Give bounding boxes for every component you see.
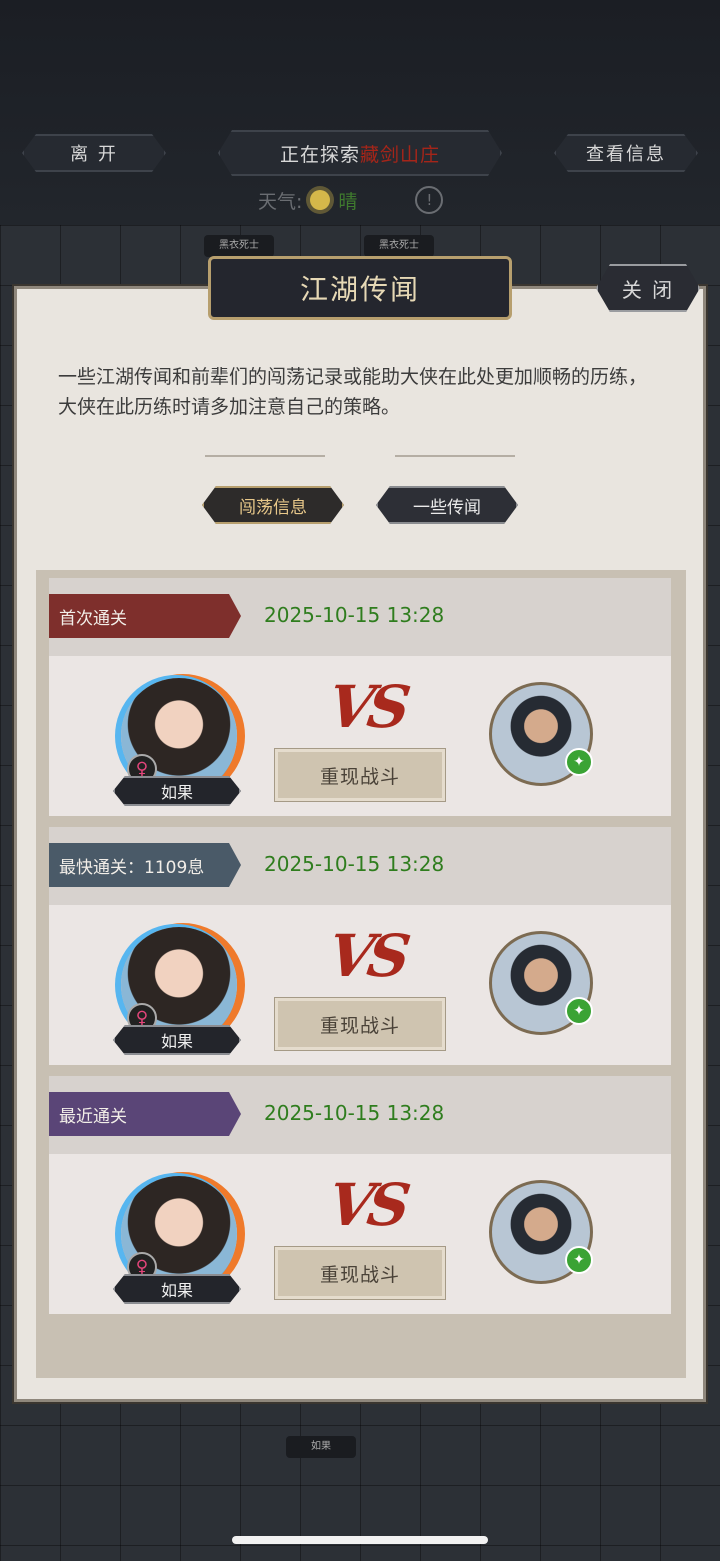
exploring-prefix: 正在探索 (279, 143, 360, 166)
record-card: 首次通关 2025-10-15 13:28 ♀ 如果 VS 重现战斗 ✦ (49, 578, 671, 816)
dialog-title: 江湖传闻 (208, 256, 512, 320)
record-ribbon: 首次通关 (49, 594, 241, 638)
location-name: 藏剑山庄 (360, 143, 441, 166)
hero-name: 如果 (113, 1274, 241, 1304)
tab-rumors[interactable]: 一些传闻 (376, 486, 518, 524)
divider-right (395, 455, 515, 457)
record-card: 最快通关：1109息 2025-10-15 13:28 ♀ 如果 VS 重现战斗… (49, 827, 671, 1065)
leave-button[interactable]: 离 开 (22, 134, 166, 172)
view-info-button[interactable]: 查看信息 (554, 134, 698, 172)
record-date: 2025-10-15 13:28 (264, 1101, 445, 1125)
weather-bar: 天气: 晴 ! (258, 186, 444, 214)
warning-icon[interactable]: ! (415, 186, 444, 214)
replay-battle-button[interactable]: 重现战斗 (274, 1246, 446, 1300)
vs-icon: VS (324, 1171, 409, 1239)
hero-name: 如果 (113, 1025, 241, 1055)
map-npc[interactable]: 黑衣死士 (204, 235, 274, 257)
divider-left (205, 455, 325, 457)
record-header: 最近通关 2025-10-15 13:28 (49, 1076, 671, 1154)
map-player[interactable]: 如果 (286, 1436, 356, 1458)
vs-icon: VS (324, 673, 409, 741)
record-header: 首次通关 2025-10-15 13:28 (49, 578, 671, 656)
map-npc[interactable]: 黑衣死士 (364, 235, 434, 257)
record-ribbon: 最近通关 (49, 1092, 241, 1136)
hero-name: 如果 (113, 776, 241, 806)
weather-label: 天气: (258, 190, 303, 213)
green-leaf-icon: ✦ (565, 1246, 593, 1274)
record-date: 2025-10-15 13:28 (264, 852, 445, 876)
close-button[interactable]: 关 闭 (596, 264, 700, 312)
exploring-banner: 正在探索 藏剑山庄 (218, 130, 502, 176)
green-leaf-icon: ✦ (565, 997, 593, 1025)
replay-battle-button[interactable]: 重现战斗 (274, 748, 446, 802)
record-header: 最快通关：1109息 2025-10-15 13:28 (49, 827, 671, 905)
record-date: 2025-10-15 13:28 (264, 603, 445, 627)
intro-text: 一些江湖传闻和前辈们的闯荡记录或能助大侠在此处更加顺畅的历练，大侠在此历练时请多… (58, 366, 648, 418)
record-card: 最近通关 2025-10-15 13:28 ♀ 如果 VS 重现战斗 ✦ (49, 1076, 671, 1314)
tab-adventure-info[interactable]: 闯荡信息 (202, 486, 344, 524)
top-bar: 离 开 正在探索 藏剑山庄 查看信息 天气: 晴 ! (0, 0, 720, 225)
vs-icon: VS (324, 922, 409, 990)
replay-battle-button[interactable]: 重现战斗 (274, 997, 446, 1051)
record-ribbon: 最快通关：1109息 (49, 843, 241, 887)
weather-value: 晴 (338, 190, 358, 213)
records-list: 首次通关 2025-10-15 13:28 ♀ 如果 VS 重现战斗 ✦ 最快通… (36, 570, 686, 1378)
green-leaf-icon: ✦ (565, 748, 593, 776)
sun-icon (310, 190, 331, 210)
home-indicator[interactable] (232, 1536, 488, 1544)
